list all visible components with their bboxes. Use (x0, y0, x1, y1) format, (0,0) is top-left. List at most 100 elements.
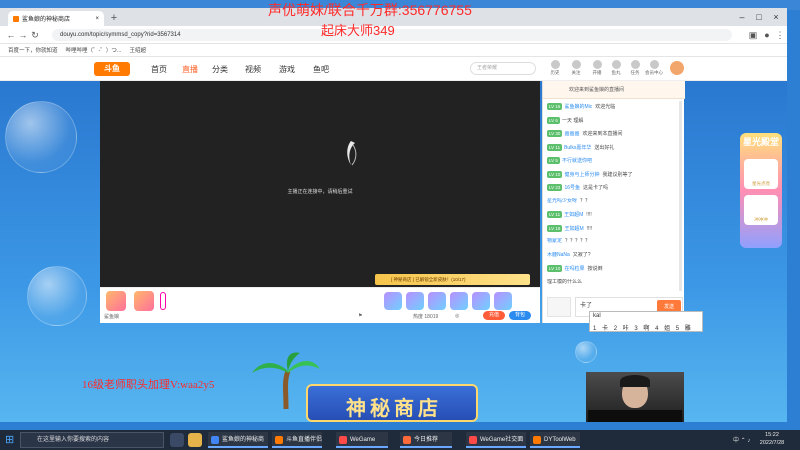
reload-icon[interactable]: ↻ (30, 30, 40, 40)
chat-scrollbar[interactable] (679, 101, 682, 291)
nav-category[interactable]: 分类 (212, 64, 228, 75)
chat-message: LV 18 王如超M!!!! (547, 224, 681, 233)
chat-username[interactable]: Bulks嘉年华 (564, 145, 591, 151)
taskbar-app-label: 今日推荐 (414, 437, 439, 443)
tasks-button[interactable]: 任务 (625, 60, 645, 76)
ime-candidate[interactable]: 5 雕 (676, 326, 691, 332)
windows-start-icon[interactable]: ⊞ (5, 434, 17, 446)
taskbar-app-label: 斗鱼直播伴侣 (286, 437, 323, 443)
close-window-icon[interactable]: × (769, 10, 783, 24)
task-icon (630, 60, 640, 69)
chat-text: 欢迎光临 (595, 104, 616, 110)
promo-card[interactable]: 冲冲冲 (744, 195, 778, 225)
gift-item[interactable] (472, 292, 490, 310)
taskbar-app-dytoolweb[interactable]: DYToolWeb (530, 432, 580, 448)
extensions-icon[interactable]: ▣ (748, 30, 758, 40)
broadcast-button[interactable]: 开播 (587, 60, 607, 76)
chat-text: 理工模的什么么 (547, 278, 583, 285)
chat-text: 又寂了? (572, 251, 591, 258)
ime-candidate[interactable]: 1 卡 (593, 326, 608, 332)
chat-username[interactable]: 健身与上师分钟 (564, 172, 599, 178)
task-view-icon[interactable] (170, 433, 184, 447)
taskbar-app-douyu[interactable]: 斗鱼直播伴侣 (272, 432, 322, 448)
gift-item[interactable] (384, 292, 402, 310)
bookmark-item[interactable]: 百度一下，你就知道 (8, 46, 58, 54)
chat-username[interactable]: 在吗粒果 (564, 266, 584, 272)
chat-text: 送出好礼 (594, 144, 615, 151)
taskbar-app-label: DYToolWeb (544, 437, 576, 443)
backpack-button[interactable]: 背包 (509, 311, 531, 320)
chat-username[interactable]: 物蒙定 (547, 238, 562, 244)
chat-username[interactable]: 16号鱼 (564, 185, 580, 191)
taskbar-app-wegame[interactable]: WeGame (336, 432, 388, 448)
level-badge: LV 5 (547, 157, 560, 164)
tab-close-icon[interactable]: × (95, 16, 99, 22)
taskbar-app-wegame-social[interactable]: WeGame社交面板 (466, 432, 526, 448)
vip-button[interactable]: 会员中心 (644, 60, 664, 76)
chat-message: LV 10 在吗粒果 按说倒 (547, 265, 681, 273)
gift-item[interactable] (106, 291, 126, 311)
chat-username[interactable]: 星光吗少女呀 (547, 198, 577, 204)
video-player[interactable]: 主播正在连接中，请稍后重试 (100, 81, 540, 287)
gold-banner[interactable]: [ 神秘商店 ] 已解锁全新皮肤！(10/17) (375, 274, 530, 285)
nav-live[interactable]: 直播 (182, 64, 198, 75)
report-button[interactable]: ⚑ (358, 313, 362, 319)
fishball-icon (611, 60, 621, 69)
site-search-input[interactable]: 王者荣耀 (470, 62, 536, 75)
ime-candidates[interactable]: 1 卡 2 咔 3 啊 4 姐 5 雕 (593, 323, 691, 332)
webcam-hair (620, 375, 650, 387)
tasks-label: 任务 (630, 70, 640, 75)
gift-item[interactable] (494, 292, 512, 310)
ime-candidate[interactable]: 2 咔 (614, 326, 629, 332)
chat-username[interactable]: 王如超M (564, 212, 583, 218)
webcam-overlay (586, 372, 684, 422)
profile-icon[interactable]: ● (762, 30, 772, 40)
douyu-logo[interactable]: 斗鱼 (94, 62, 130, 76)
gift-item[interactable] (406, 292, 424, 310)
chat-message: LV 23 16号鱼 这是卡了吗 (547, 184, 681, 192)
new-tab-button[interactable]: + (108, 12, 120, 24)
nav-games[interactable]: 游戏 (279, 64, 295, 75)
promo-panel[interactable]: 星光殿堂 星光点亮 冲冲冲 (740, 133, 782, 248)
bookmark-item[interactable]: 王绍超 (129, 46, 146, 54)
menu-icon[interactable]: ⋮ (775, 30, 785, 40)
minimize-icon[interactable]: – (735, 10, 749, 24)
ime-candidate[interactable]: 4 姐 (655, 326, 670, 332)
avatar[interactable] (670, 61, 684, 75)
clock[interactable]: 15:22 2022/7/28 (748, 431, 796, 447)
nav-video[interactable]: 视频 (245, 64, 261, 75)
forward-icon[interactable]: → (18, 30, 28, 40)
gift-item[interactable] (134, 291, 154, 311)
fishball-button[interactable]: 鱼丸 (606, 60, 626, 76)
chat-username[interactable]: 鲨鱼娘的Mic (564, 104, 592, 110)
bookmark-item[interactable]: 哔哩哔哩（゜-゜）つ... (66, 46, 122, 54)
chat-text: !!!! (586, 212, 592, 218)
history-button[interactable]: 历史 (545, 60, 565, 76)
taskbar-search-input[interactable]: 在这里输入你要搜索的内容 (20, 432, 164, 448)
follow-button[interactable]: 关注 (566, 60, 586, 76)
taskbar-app-chrome[interactable]: 鲨鱼娘的神秘商店 (208, 432, 268, 448)
maximize-icon[interactable]: □ (752, 10, 766, 24)
ime-candidate[interactable]: 3 啊 (634, 326, 649, 332)
taskbar-app-today[interactable]: 今日推荐 (400, 432, 452, 448)
clock-time: 15:22 (765, 432, 779, 438)
nav-fishbar[interactable]: 鱼吧 (313, 64, 329, 75)
gift-item[interactable] (450, 292, 468, 310)
ime-popup: kal 1 卡 2 咔 3 啊 4 姐 5 雕 (589, 311, 703, 332)
chat-message: LV 11 王如超M!!!! (547, 211, 681, 219)
page-stage: 主播正在连接中，请稍后重试 [ 神秘商店 ] 已解锁全新皮肤！(10/17) 鲨… (0, 81, 787, 422)
recharge-button[interactable]: 充值 (483, 311, 505, 320)
chat-username[interactable]: 不行就送你吧 (562, 158, 592, 164)
tab-active[interactable]: 鲨鱼娘的神秘商店 × (8, 11, 104, 26)
emoji-button[interactable] (547, 297, 571, 317)
chat-username[interactable]: 木鹿NaNa (547, 252, 570, 258)
back-icon[interactable]: ← (6, 30, 16, 40)
nav-home[interactable]: 首页 (151, 64, 167, 75)
gift-item[interactable] (428, 292, 446, 310)
promo-card[interactable]: 星光点亮 (744, 159, 778, 189)
mystery-shop-banner[interactable]: 神秘商店 (306, 384, 478, 422)
chat-username[interactable]: 王如超M (564, 226, 583, 232)
chat-message: 木鹿NaNa 又寂了? (547, 252, 681, 259)
chat-username[interactable]: 画画画 (564, 131, 579, 137)
file-explorer-icon[interactable] (188, 433, 202, 447)
